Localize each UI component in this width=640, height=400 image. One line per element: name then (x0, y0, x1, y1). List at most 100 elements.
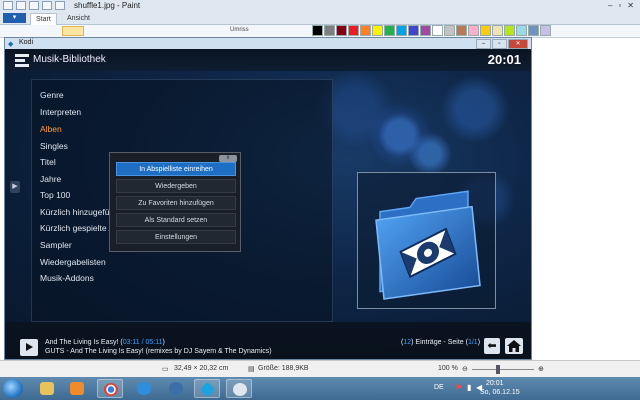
chrome-icon (104, 383, 118, 396)
taskbar-kodi-button[interactable] (194, 379, 220, 398)
color-swatch[interactable] (444, 25, 455, 36)
kodi-header: Musik-Bibliothek 20:01 (5, 49, 531, 71)
taskbar-explorer-button[interactable] (34, 379, 60, 398)
image-dimensions: 32,49 × 20,32 cm (174, 365, 229, 372)
kodi-close-icon[interactable]: ✕ (508, 39, 528, 49)
menu-item[interactable]: Musik-Addons (40, 273, 94, 283)
ie-icon (137, 382, 151, 395)
color-swatch[interactable] (348, 25, 359, 36)
kodi-window-buttons: – ▫ ✕ (476, 39, 528, 49)
context-menu-item[interactable]: In Abspielliste einreihen (116, 162, 236, 176)
select-tool-button[interactable] (62, 26, 84, 36)
undo-icon[interactable] (29, 1, 39, 10)
kodi-screen: Musik-Bibliothek 20:01 ▶ Genre Interprete… (5, 49, 531, 359)
page-title: Musik-Bibliothek (33, 54, 106, 65)
context-menu: x In Abspielliste einreihen Wiedergeben Zu… (109, 152, 241, 252)
elapsed-time: 03:11 (122, 339, 140, 346)
kodi-maximize-icon[interactable]: ▫ (492, 39, 507, 49)
save-icon[interactable] (16, 1, 26, 10)
flag-icon[interactable]: ⚑ (455, 383, 462, 392)
taskbar-media-player-button[interactable] (64, 379, 90, 398)
file-size: Größe: 188,9KB (258, 365, 309, 372)
tab-start[interactable]: Start (30, 13, 57, 25)
outline-dropdown[interactable]: Umriss (230, 27, 249, 33)
menu-item[interactable]: Alben (40, 124, 62, 134)
language-indicator[interactable]: DE (434, 384, 444, 391)
color-swatch[interactable] (540, 25, 551, 36)
network-icon[interactable]: ▮ (467, 383, 471, 392)
color-swatch[interactable] (432, 25, 443, 36)
taskbar-chrome-button[interactable] (97, 379, 123, 398)
color-swatch[interactable] (324, 25, 335, 36)
folder-disc-icon (375, 190, 481, 300)
item-count: 12 (403, 339, 412, 346)
context-menu-item[interactable]: Zu Favoriten hinzufügen (116, 196, 236, 210)
color-swatch[interactable] (384, 25, 395, 36)
back-arrow-icon[interactable]: ⬅ (484, 338, 500, 354)
maximize-icon[interactable]: ▫ (618, 1, 621, 10)
taskbar-paint-button[interactable] (226, 379, 252, 398)
paint-app-icon (3, 1, 13, 10)
start-button[interactable] (3, 379, 23, 398)
zoom-out-icon[interactable]: ⊖ (462, 365, 468, 373)
album-cover-frame (357, 172, 496, 309)
page-info: (12) Einträge - Seite (1/1) (401, 339, 481, 346)
menu-item[interactable]: Kürzlich gespielte A (40, 223, 114, 233)
menu-item[interactable]: Jahre (40, 174, 61, 184)
color-swatch[interactable] (420, 25, 431, 36)
minimize-icon[interactable]: – (608, 1, 612, 10)
image-dimensions-icon: ▭ (162, 366, 169, 373)
now-playing-title: And The Living Is Easy! (03:11 / 05:11) (45, 339, 165, 346)
taskbar-date[interactable]: So, 06.12.15 (480, 389, 520, 396)
close-icon[interactable]: ✕ (627, 1, 634, 10)
kodi-minimize-icon[interactable]: – (476, 39, 491, 49)
taskbar-time[interactable]: 20:01 (486, 380, 504, 387)
zoom-level: 100 % (438, 365, 458, 372)
color-swatch[interactable] (528, 25, 539, 36)
redo-icon[interactable] (42, 1, 52, 10)
zoom-slider[interactable] (472, 369, 534, 370)
taskbar: DE ⚑ ▮ ◀ 20:01 So, 06.12.15 (0, 377, 640, 400)
context-menu-item[interactable]: Als Standard setzen (116, 213, 236, 227)
side-menu-arrow-icon[interactable]: ▶ (10, 181, 20, 193)
menu-item[interactable]: Interpreten (40, 107, 81, 117)
color-swatch[interactable] (468, 25, 479, 36)
kodi-window-title: Kodi (19, 39, 34, 46)
color-swatch[interactable] (396, 25, 407, 36)
play-button[interactable] (20, 339, 38, 356)
color-swatch[interactable] (504, 25, 515, 36)
color-swatch[interactable] (372, 25, 383, 36)
color-swatch[interactable] (408, 25, 419, 36)
menu-item[interactable]: Wiedergabelisten (40, 257, 106, 267)
color-swatch[interactable] (360, 25, 371, 36)
tab-ansicht[interactable]: Ansicht (62, 13, 95, 24)
color-swatch[interactable] (312, 25, 323, 36)
menu-item[interactable]: Sampler (40, 240, 72, 250)
menu-item[interactable]: Titel (40, 157, 56, 167)
color-swatch[interactable] (516, 25, 527, 36)
taskbar-thunderbird-button[interactable] (163, 379, 189, 398)
kodi-app-icon: ◆ (8, 41, 14, 48)
context-menu-item[interactable]: Einstellungen (116, 230, 236, 244)
media-player-icon (70, 382, 84, 395)
paint-icon (233, 383, 247, 396)
zoom-slider-thumb[interactable] (496, 365, 500, 374)
quick-access-dropdown-icon[interactable] (55, 1, 65, 10)
context-menu-item[interactable]: Wiedergeben (116, 179, 236, 193)
color-swatch[interactable] (456, 25, 467, 36)
menu-item[interactable]: Kürzlich hinzugefü (40, 207, 109, 217)
color-swatch[interactable] (492, 25, 503, 36)
taskbar-ie-button[interactable] (131, 379, 157, 398)
kodi-logo-icon (15, 54, 29, 67)
menu-item[interactable]: Genre (40, 90, 64, 100)
menu-item[interactable]: Top 100 (40, 190, 70, 200)
clock: 20:01 (487, 52, 521, 67)
zoom-in-icon[interactable]: ⊕ (538, 365, 544, 373)
file-menu-button[interactable]: ▾ (3, 13, 26, 23)
color-swatch[interactable] (480, 25, 491, 36)
menu-item[interactable]: Singles (40, 141, 68, 151)
kodi-window: ◆ Kodi – ▫ ✕ Musik-Bibliothek 20:01 ▶ Ge… (4, 37, 532, 360)
home-icon[interactable] (505, 338, 523, 354)
context-close-button[interactable]: x (219, 155, 237, 162)
color-swatch[interactable] (336, 25, 347, 36)
